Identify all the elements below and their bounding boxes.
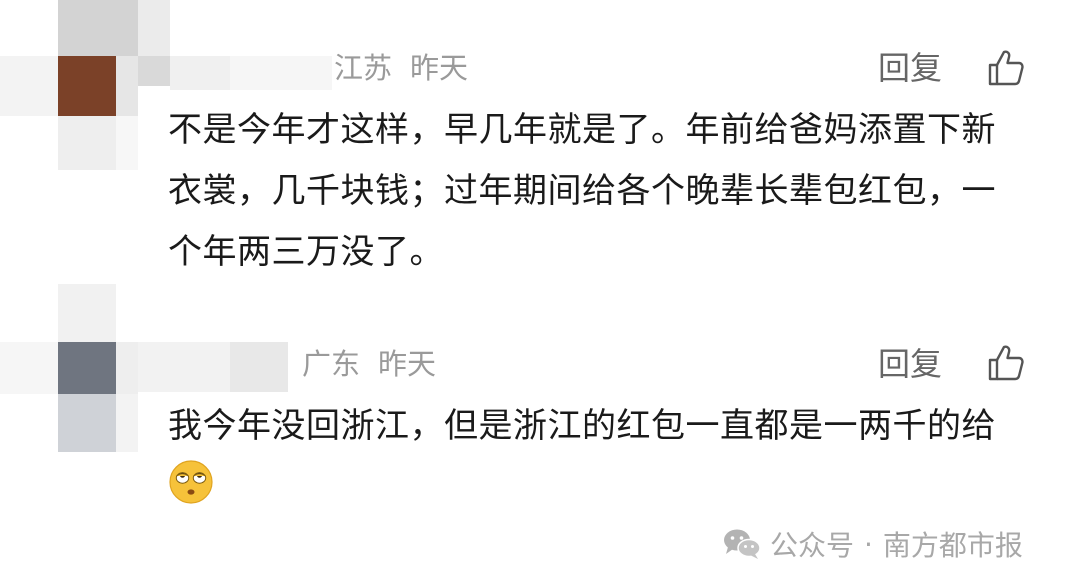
reply-button[interactable]: 回复 bbox=[878, 52, 942, 84]
comment-region: 广东 bbox=[302, 347, 361, 381]
watermark: 公众号 · 南方都市报 bbox=[722, 524, 1023, 564]
comment-time: 昨天 bbox=[410, 51, 469, 85]
comment-text: 不是今年才这样，早几年就是了。年前给爸妈添置下新衣裳，几千块钱；过年期间给各个晚… bbox=[168, 110, 996, 272]
comment-time: 昨天 bbox=[378, 347, 437, 381]
wechat-icon bbox=[724, 529, 761, 559]
rolling-eyes-emoji-icon bbox=[169, 460, 213, 504]
comment-region: 江苏 bbox=[334, 51, 393, 85]
watermark-platform: 公众号 bbox=[770, 529, 855, 562]
reply-button[interactable]: 回复 bbox=[878, 348, 942, 380]
watermark-account: 南方都市报 bbox=[882, 529, 1023, 562]
thumbs-up-icon[interactable] bbox=[986, 343, 1026, 383]
comment-meta: 江苏 昨天 bbox=[334, 54, 468, 83]
comment-meta: 广东 昨天 bbox=[302, 350, 436, 379]
avatar-2[interactable] bbox=[58, 342, 116, 394]
comment-text-body: 我今年没回浙江，但是浙江的红包一直都是一两千的给 bbox=[168, 406, 996, 446]
watermark-separator: · bbox=[864, 527, 873, 561]
thumbs-up-icon[interactable] bbox=[986, 48, 1026, 88]
avatar-1[interactable] bbox=[58, 56, 116, 116]
comment-text: 我今年没回浙江，但是浙江的红包一直都是一两千的给 bbox=[168, 396, 1028, 518]
